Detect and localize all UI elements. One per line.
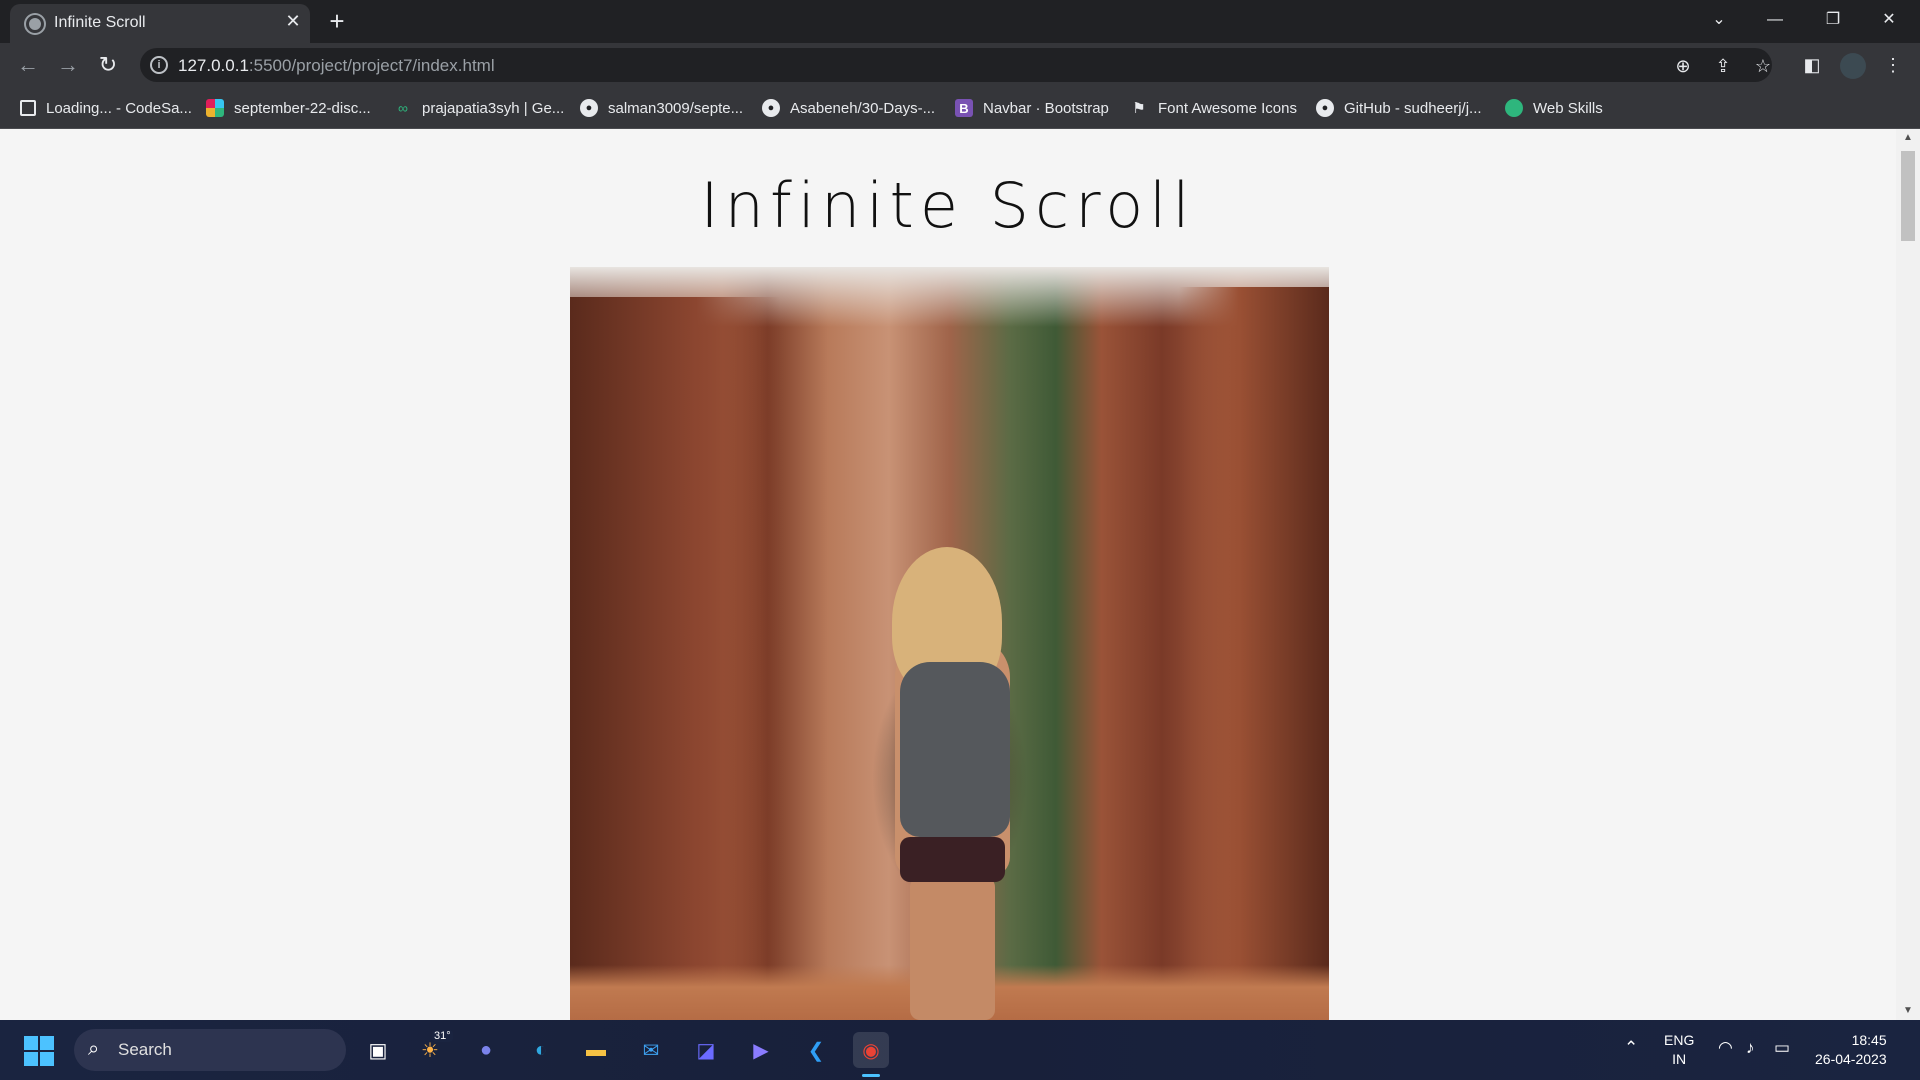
photo-left-cliff [570, 297, 780, 1020]
tab-bar: Infinite Scroll ✕ + ⌄ — ❐ ✕ [0, 0, 1920, 43]
canyon-photo[interactable] [570, 267, 1329, 1020]
minimize-icon[interactable]: — [1752, 4, 1798, 36]
taskbar-search-label: Search [118, 1040, 172, 1059]
chrome-active-indicator [862, 1074, 880, 1077]
address-bar[interactable]: i 127.0.0.1:5500/project/project7/index.… [140, 48, 1772, 82]
bookmark-item[interactable]: Web Skills [1505, 97, 1603, 119]
globe-icon [26, 15, 44, 33]
system-clock[interactable]: 18:45 26-04-2023 [1815, 1031, 1887, 1069]
chrome-icon[interactable]: ◉ [853, 1032, 889, 1068]
menu-icon[interactable]: ⋮ [1878, 50, 1908, 80]
scroll-up-icon[interactable]: ▲ [1896, 129, 1920, 147]
browser-toolbar: ← → ↻ i 127.0.0.1:5500/project/project7/… [0, 43, 1920, 87]
github-icon: ● [762, 99, 780, 117]
teams-chat-icon[interactable]: ● [468, 1032, 504, 1068]
side-panel-icon[interactable]: ◧ [1797, 50, 1827, 80]
brain-icon [1505, 99, 1523, 117]
slack-icon [206, 99, 224, 117]
search-icon: ⌕ [88, 1038, 100, 1060]
url-text[interactable]: 127.0.0.1:5500/project/project7/index.ht… [178, 56, 495, 76]
bookmark-item[interactable]: september-22-disc... [206, 97, 371, 119]
bookmark-item[interactable]: Loading... - CodeSa... [20, 97, 192, 119]
edge-icon[interactable]: ◐ [523, 1032, 559, 1068]
taskbar-search[interactable]: ⌕ Search [74, 1029, 346, 1071]
restore-icon[interactable]: ❐ [1810, 4, 1856, 36]
tab-title: Infinite Scroll [54, 14, 146, 31]
share-icon[interactable]: ⇪ [1710, 53, 1736, 79]
task-view-icon[interactable]: ▣ [360, 1032, 396, 1068]
zoom-icon[interactable]: ⊕ [1670, 53, 1696, 79]
mail-icon[interactable]: ✉ [633, 1032, 669, 1068]
scroll-thumb[interactable] [1901, 151, 1915, 241]
photo-backpack [900, 662, 1010, 837]
bookmark-item[interactable]: B Navbar · Bootstrap [955, 97, 1109, 119]
volume-icon[interactable]: ♪ [1746, 1038, 1755, 1058]
bookmark-item[interactable]: ● Asabeneh/30-Days-... [762, 97, 935, 119]
bootstrap-icon: B [955, 99, 973, 117]
photo-hiker-shorts [900, 837, 1005, 882]
wifi-icon[interactable]: ◠ [1718, 1038, 1733, 1058]
taskbar: ⌕ Search ▣ ☀ 31° ● ◐ ▬ ✉ ◪ ▶ ❮ ◉ ⌃ ENG I… [0, 1020, 1920, 1080]
reload-icon[interactable]: ↻ [92, 49, 124, 81]
browser-chrome: Infinite Scroll ✕ + ⌄ — ❐ ✕ ← → ↻ i 127.… [0, 0, 1920, 129]
back-icon[interactable]: ← [12, 49, 44, 81]
tab-infinite-scroll[interactable]: Infinite Scroll ✕ [10, 4, 310, 43]
github-icon: ● [1316, 99, 1334, 117]
page-viewport: Infinite Scroll ▲ ▼ [0, 129, 1920, 1020]
flag-icon: ⚑ [1132, 100, 1146, 117]
photo-hiker-legs [910, 877, 995, 1020]
bookmark-star-icon[interactable]: ☆ [1750, 53, 1776, 79]
bookmark-item[interactable]: ∞ prajapatia3syh | Ge... [394, 97, 564, 119]
geeks-icon: ∞ [398, 100, 408, 116]
close-window-icon[interactable]: ✕ [1866, 4, 1912, 36]
show-hidden-icons-icon[interactable]: ⌃ [1624, 1038, 1638, 1058]
power-automate-icon[interactable]: ▶ [743, 1032, 779, 1068]
photo-right-cliff [1179, 287, 1329, 1020]
new-tab-button[interactable]: + [322, 7, 352, 37]
github-icon: ● [580, 99, 598, 117]
tab-search-icon[interactable]: ⌄ [1696, 4, 1742, 36]
page-title: Infinite Scroll [700, 169, 1196, 242]
file-explorer-icon[interactable]: ▬ [578, 1032, 614, 1068]
windows-start-icon[interactable] [24, 1036, 54, 1066]
language-indicator[interactable]: ENG IN [1664, 1031, 1694, 1069]
close-tab-icon[interactable]: ✕ [282, 10, 304, 32]
bookmark-item[interactable]: ● GitHub - sudheerj/j... [1316, 97, 1482, 119]
profile-avatar[interactable] [1840, 53, 1866, 79]
forward-icon[interactable]: → [52, 49, 84, 81]
page-icon [20, 100, 36, 116]
scroll-down-icon[interactable]: ▼ [1896, 1002, 1920, 1020]
battery-icon[interactable]: ▭ [1774, 1038, 1790, 1058]
vscode-icon[interactable]: ❮ [798, 1032, 834, 1068]
page-scrollbar[interactable]: ▲ ▼ [1896, 129, 1920, 1020]
bookmark-item[interactable]: ● salman3009/septe... [580, 97, 743, 119]
weather-temp: 31° [432, 1030, 453, 1042]
bookmarks-bar: Loading... - CodeSa... september-22-disc… [0, 87, 1920, 129]
site-info-icon[interactable]: i [150, 56, 168, 74]
bookmark-item[interactable]: ⚑ Font Awesome Icons [1130, 97, 1297, 119]
app-icon[interactable]: ◪ [688, 1032, 724, 1068]
